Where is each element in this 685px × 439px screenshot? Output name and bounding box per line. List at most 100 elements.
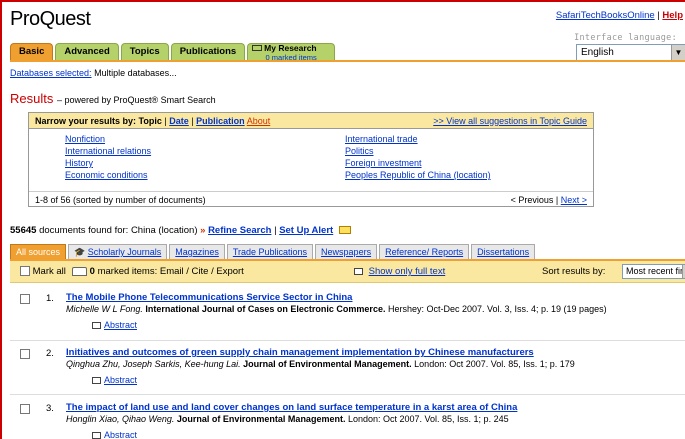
topic-link[interactable]: Peoples Republic of China (location) bbox=[345, 169, 491, 181]
topic-link[interactable]: History bbox=[65, 157, 151, 169]
sort-value: Most recent first bbox=[626, 266, 685, 276]
topic-range: 1-8 of 56 (sorted by number of documents… bbox=[35, 195, 206, 205]
tab-basic[interactable]: Basic bbox=[10, 43, 54, 60]
my-research-label: My Research bbox=[264, 43, 317, 53]
tab-label: Dissertations bbox=[477, 247, 530, 257]
count-sep: | bbox=[274, 225, 277, 236]
result-divider bbox=[10, 394, 685, 395]
result-meta: Qinghua Zhu, Joseph Sarkis, Kee-hung Lai… bbox=[66, 359, 575, 369]
result-title-link[interactable]: The impact of land use and land cover ch… bbox=[66, 402, 517, 413]
previous-text: < Previous bbox=[510, 195, 554, 205]
abstract-link[interactable]: Abstract bbox=[104, 375, 137, 385]
tab-advanced[interactable]: Advanced bbox=[55, 43, 119, 60]
narrow-publication-link[interactable]: Publication bbox=[196, 116, 245, 126]
interface-language-label: Interface language: bbox=[574, 33, 677, 43]
tab-trade-publications[interactable]: Trade Publications bbox=[226, 244, 314, 259]
about-link[interactable]: About bbox=[247, 116, 271, 126]
narrow-results-box: Narrow your results by: Topic | Date | P… bbox=[28, 112, 594, 207]
result-number: 2. bbox=[46, 348, 54, 359]
result-details: Hershey: Oct-Dec 2007. Vol. 3, Iss. 4; p… bbox=[387, 304, 607, 314]
tab-label: Magazines bbox=[175, 247, 219, 257]
mark-all: Mark all bbox=[20, 266, 66, 277]
results-count-line: 55645 documents found for: China (locati… bbox=[10, 225, 351, 236]
sort-label: Sort results by: bbox=[542, 266, 606, 277]
tab-publications[interactable]: Publications bbox=[170, 43, 246, 60]
language-select[interactable]: English ▼ bbox=[576, 44, 685, 61]
proquest-logo: ProQuest bbox=[10, 8, 91, 30]
result-checkbox[interactable] bbox=[20, 349, 30, 359]
abstract: Abstract bbox=[92, 375, 137, 385]
refine-search-link[interactable]: Refine Search bbox=[208, 225, 271, 236]
show-full-text-link[interactable]: Show only full text bbox=[369, 266, 446, 277]
result-divider bbox=[10, 340, 685, 341]
full-text-filter: Show only full text bbox=[354, 266, 445, 277]
envelope-icon[interactable] bbox=[338, 226, 351, 235]
result-journal: Journal of Environmental Management. bbox=[243, 359, 412, 369]
result-title-link[interactable]: The Mobile Phone Telecommunications Serv… bbox=[66, 292, 352, 303]
abstract-link[interactable]: Abstract bbox=[104, 430, 137, 439]
set-up-alert-link[interactable]: Set Up Alert bbox=[279, 225, 333, 236]
mark-all-label: Mark all bbox=[32, 266, 66, 277]
top-links: SafariTechBooksOnline | Help bbox=[556, 10, 683, 21]
powered-by-text: – powered by ProQuest® Smart Search bbox=[56, 95, 216, 105]
mortarboard-icon: 🎓 bbox=[74, 247, 86, 257]
help-link[interactable]: Help bbox=[662, 10, 683, 21]
abstract-link[interactable]: Abstract bbox=[104, 320, 137, 330]
topic-link[interactable]: Foreign investment bbox=[345, 157, 491, 169]
tab-magazines[interactable]: Magazines bbox=[169, 244, 225, 259]
topic-column: Nonfiction International relations Histo… bbox=[65, 133, 151, 181]
tab-all-sources[interactable]: All sources bbox=[10, 244, 67, 259]
tab-divider bbox=[10, 60, 685, 62]
tab-label: Reference/ Reports bbox=[385, 247, 464, 257]
next-link[interactable]: Next > bbox=[561, 195, 587, 205]
mark-all-checkbox[interactable] bbox=[20, 266, 30, 277]
view-all-suggestions-link[interactable]: >> View all suggestions in Topic Guide bbox=[433, 116, 587, 126]
results-count-text: documents found for: China (location) bbox=[39, 225, 198, 236]
safari-link[interactable]: SafariTechBooksOnline bbox=[556, 10, 655, 21]
topic-link[interactable]: Nonfiction bbox=[65, 133, 151, 145]
source-tabs: All sources 🎓 Scholarly Journals Magazin… bbox=[10, 244, 536, 259]
results-toolbar: Mark all 0 marked items: Email / Cite / … bbox=[10, 261, 685, 283]
tab-my-research[interactable]: My Research 0 marked items bbox=[247, 43, 336, 62]
topic-column: International trade Politics Foreign inv… bbox=[345, 133, 491, 181]
results-title: Results bbox=[10, 91, 54, 106]
result-checkbox[interactable] bbox=[20, 404, 30, 414]
search-tabs: Basic Advanced Topics Publications My Re… bbox=[10, 43, 336, 62]
language-value: English bbox=[581, 47, 614, 58]
result-journal: International Journal of Cases on Electr… bbox=[145, 304, 386, 314]
topic-link[interactable]: International trade bbox=[345, 133, 491, 145]
narrow-footer: 1-8 of 56 (sorted by number of documents… bbox=[29, 191, 593, 207]
tab-label: Newspapers bbox=[321, 247, 372, 257]
tab-dissertations[interactable]: Dissertations bbox=[471, 244, 536, 259]
result-title-link[interactable]: Initiatives and outcomes of green supply… bbox=[66, 347, 534, 358]
topic-link[interactable]: Economic conditions bbox=[65, 169, 151, 181]
result-checkbox[interactable] bbox=[20, 294, 30, 304]
tab-newspapers[interactable]: Newspapers bbox=[315, 244, 378, 259]
marked-items-text: marked items: Email / Cite / Export bbox=[97, 266, 244, 277]
tab-topics[interactable]: Topics bbox=[120, 43, 169, 60]
tab-label: Scholarly Journals bbox=[87, 247, 162, 257]
marked-count: 0 bbox=[89, 266, 95, 277]
databases-value: Multiple databases... bbox=[94, 68, 177, 78]
arrows-icon: » bbox=[200, 225, 206, 236]
topic-link[interactable]: International relations bbox=[65, 145, 151, 157]
narrow-date-link[interactable]: Date bbox=[169, 116, 189, 126]
result-details: London: Oct 2007. Vol. 85, Iss. 1; p. 24… bbox=[347, 414, 509, 424]
tab-reference-reports[interactable]: Reference/ Reports bbox=[379, 244, 470, 259]
result-meta: Honglin Xiao, Qihao Weng. Journal of Env… bbox=[66, 414, 509, 424]
tab-scholarly-journals[interactable]: 🎓 Scholarly Journals bbox=[68, 244, 168, 259]
sort-select[interactable]: Most recent first ▼ bbox=[622, 264, 685, 279]
document-icon bbox=[354, 267, 363, 275]
narrow-label: Narrow your results by: bbox=[35, 116, 137, 126]
abstract: Abstract bbox=[92, 320, 137, 330]
folder-icon bbox=[252, 45, 263, 51]
results-count: 55645 bbox=[10, 225, 37, 236]
databases-selected-link[interactable]: Databases selected: bbox=[10, 68, 92, 78]
result-journal: Journal of Environmental Management. bbox=[176, 414, 346, 424]
topic-link[interactable]: Politics bbox=[345, 145, 491, 157]
document-icon bbox=[92, 322, 101, 330]
result-details: London: Oct 2007. Vol. 85, Iss. 1; p. 17… bbox=[414, 359, 575, 369]
narrow-header: Narrow your results by: Topic | Date | P… bbox=[29, 113, 593, 129]
results-heading: Results – powered by ProQuest® Smart Sea… bbox=[10, 91, 216, 106]
result-authors: Honglin Xiao, Qihao Weng. bbox=[66, 414, 175, 424]
